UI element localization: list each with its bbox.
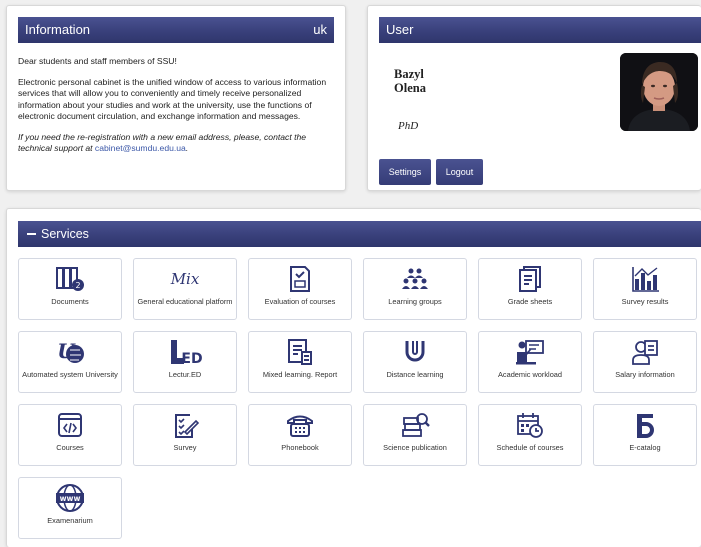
- services-header[interactable]: Services: [18, 221, 701, 247]
- mix-logo-icon: Mix: [134, 265, 236, 293]
- service-automated-system-university[interactable]: U Automated system University: [18, 331, 122, 393]
- information-panel: Information uk Dear students and staff m…: [6, 5, 346, 191]
- service-examenarium[interactable]: www Examenarium: [18, 477, 122, 539]
- service-schedule-of-courses[interactable]: Schedule of courses: [478, 404, 582, 466]
- service-label: Academic workload: [497, 370, 563, 379]
- user-name: Bazyl Olena: [394, 67, 426, 95]
- support-text-end: .: [185, 143, 189, 154]
- service-label: Automated system University: [22, 370, 118, 379]
- phone-icon: [249, 411, 351, 439]
- university-logo-icon: U: [19, 338, 121, 366]
- service-label: Grade sheets: [507, 297, 553, 306]
- user-panel: User Bazyl Olena PhD Settings Logout: [367, 5, 701, 191]
- distance-learning-icon: [364, 338, 466, 366]
- grade-sheet-icon: [479, 265, 581, 293]
- user-photo: [620, 53, 698, 131]
- collapse-icon[interactable]: [27, 232, 36, 235]
- group-icon: [364, 265, 466, 293]
- books-search-icon: [364, 411, 466, 439]
- documents-icon: 2: [19, 265, 121, 293]
- greeting-text: Dear students and staff members of SSU!: [18, 56, 177, 66]
- service-courses[interactable]: Courses: [18, 404, 122, 466]
- service-grade-sheets[interactable]: Grade sheets: [478, 258, 582, 320]
- service-academic-workload[interactable]: Academic workload: [478, 331, 582, 393]
- services-title: Services: [41, 227, 89, 241]
- lectured-logo-icon: ED: [134, 338, 236, 366]
- service-salary-information[interactable]: Salary information: [593, 331, 697, 393]
- service-phonebook[interactable]: Phonebook: [248, 404, 352, 466]
- service-label: Documents: [51, 297, 89, 306]
- user-surname: Bazyl: [394, 67, 424, 81]
- service-learning-groups[interactable]: Learning groups: [363, 258, 467, 320]
- service-label: Evaluation of courses: [264, 297, 336, 306]
- code-window-icon: [19, 411, 121, 439]
- user-title: User: [386, 22, 414, 37]
- service-label: E-catalog: [629, 443, 661, 452]
- service-label: Learning groups: [388, 297, 442, 306]
- service-label: Lectur.ED: [168, 370, 202, 379]
- service-label: Science publication: [383, 443, 447, 452]
- information-title: Information: [25, 22, 91, 37]
- svg-text:ED: ED: [181, 351, 202, 366]
- calendar-clock-icon: [479, 411, 581, 439]
- service-label: Salary information: [615, 370, 675, 379]
- user-given-name: Olena: [394, 80, 426, 95]
- service-mixed-learning-report[interactable]: Mixed learning. Report: [248, 331, 352, 393]
- service-lectured[interactable]: ED Lectur.ED: [133, 331, 237, 393]
- service-label: Survey: [173, 443, 197, 452]
- services-panel: Services 2 Documents Mix General educati…: [6, 208, 701, 547]
- information-header: Information uk: [18, 17, 334, 43]
- service-label: Schedule of courses: [496, 443, 564, 452]
- service-label: Examenarium: [47, 516, 93, 525]
- service-label: General educational platform: [137, 297, 233, 306]
- bar-chart-icon: [594, 265, 696, 293]
- checklist-icon: [134, 411, 236, 439]
- e-catalog-icon: [594, 411, 696, 439]
- service-survey[interactable]: Survey: [133, 404, 237, 466]
- www-globe-icon: www: [19, 484, 121, 512]
- logout-button[interactable]: Logout: [436, 159, 483, 185]
- teacher-board-icon: [479, 338, 581, 366]
- language-switch[interactable]: uk: [313, 17, 327, 43]
- service-e-catalog[interactable]: E-catalog: [593, 404, 697, 466]
- evaluation-icon: [249, 265, 351, 293]
- service-label: Mixed learning. Report: [262, 370, 338, 379]
- service-general-educational-platform[interactable]: Mix General educational platform: [133, 258, 237, 320]
- report-icon: [249, 338, 351, 366]
- service-label: Phonebook: [281, 443, 319, 452]
- service-survey-results[interactable]: Survey results: [593, 258, 697, 320]
- user-header: User: [379, 17, 701, 43]
- settings-button[interactable]: Settings: [379, 159, 431, 185]
- support-email-link[interactable]: cabinet@sumdu.edu.ua: [95, 143, 186, 153]
- service-documents[interactable]: 2 Documents: [18, 258, 122, 320]
- svg-text:Mix: Mix: [170, 270, 200, 288]
- svg-text:U: U: [57, 339, 76, 363]
- user-degree: PhD: [398, 120, 419, 132]
- service-science-publication[interactable]: Science publication: [363, 404, 467, 466]
- service-evaluation-of-courses[interactable]: Evaluation of courses: [248, 258, 352, 320]
- svg-text:2: 2: [75, 281, 80, 290]
- service-label: Courses: [56, 443, 84, 452]
- service-label: Distance learning: [386, 370, 444, 379]
- support-text: If you need the re-registration with a n…: [18, 132, 334, 154]
- salary-icon: [594, 338, 696, 366]
- description-text: Electronic personal cabinet is the unifi…: [18, 77, 327, 121]
- service-label: Survey results: [621, 297, 669, 306]
- service-distance-learning[interactable]: Distance learning: [363, 331, 467, 393]
- svg-text:www: www: [60, 494, 81, 503]
